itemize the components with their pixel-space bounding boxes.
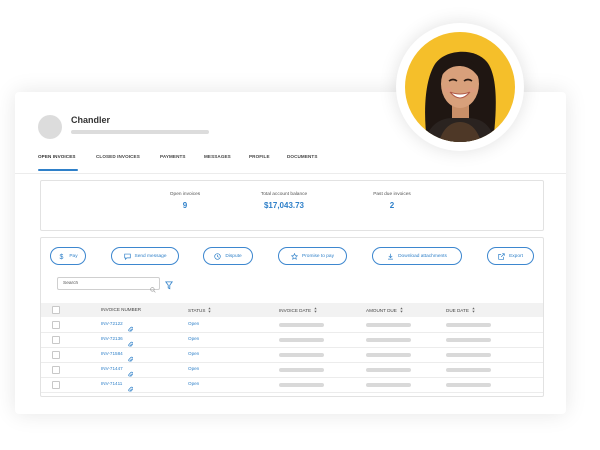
export-icon xyxy=(498,252,505,260)
invoice-status: Open xyxy=(188,366,200,371)
invoice-status: Open xyxy=(188,321,200,326)
stat-total-balance: Total account balance $17,043.73 xyxy=(251,192,317,210)
message-icon xyxy=(123,253,131,260)
amount-due-placeholder xyxy=(366,383,411,387)
total-balance-value: $17,043.73 xyxy=(263,201,305,210)
search-icon xyxy=(150,280,156,293)
paperclip-icon[interactable] xyxy=(128,350,134,362)
header-status[interactable]: STATUS xyxy=(188,307,212,313)
profile-subtitle-placeholder xyxy=(71,130,209,134)
due-date-placeholder xyxy=(446,323,491,327)
header-invoice-date[interactable]: INVOICE DATE xyxy=(279,307,317,313)
amount-due-placeholder xyxy=(366,338,411,342)
tab-profile[interactable]: PROFILE xyxy=(249,153,270,173)
tab-documents[interactable]: DOCUMENTS xyxy=(287,153,318,173)
table-header: INVOICE NUMBER STATUS INVOICE DATE AMOUN… xyxy=(41,303,543,317)
download-icon xyxy=(387,253,394,260)
sort-icon xyxy=(472,307,475,313)
clock-icon xyxy=(214,252,222,260)
amount-due-placeholder xyxy=(366,368,411,372)
invoice-date-placeholder xyxy=(279,353,324,357)
invoice-number[interactable]: INV-72136 xyxy=(101,336,123,341)
invoice-status: Open xyxy=(188,336,200,341)
tab-closed-invoices[interactable]: CLOSED INVOICES xyxy=(96,153,140,173)
amount-due-placeholder xyxy=(366,353,411,357)
tab-payments[interactable]: PAYMENTS xyxy=(160,153,186,173)
promise-to-pay-button[interactable]: Promise to pay xyxy=(278,247,347,265)
row-checkbox[interactable] xyxy=(52,381,60,389)
svg-text:$: $ xyxy=(60,253,64,259)
dollar-icon: $ xyxy=(58,253,65,259)
table-row[interactable]: INV-71411 Open xyxy=(41,377,543,393)
download-attachments-button[interactable]: Download attachments xyxy=(372,247,462,265)
invoice-date-placeholder xyxy=(279,323,324,327)
tab-open-invoices[interactable]: OPEN INVOICES xyxy=(38,153,78,173)
row-checkbox[interactable] xyxy=(52,351,60,359)
invoice-number[interactable]: INV-71411 xyxy=(101,381,122,386)
invoice-status: Open xyxy=(188,351,200,356)
paperclip-icon[interactable] xyxy=(128,335,134,347)
table-row[interactable]: INV-71584 Open xyxy=(41,347,543,363)
open-invoices-label: Open invoices xyxy=(169,192,201,197)
invoice-date-placeholder xyxy=(279,338,324,342)
search-input[interactable] xyxy=(58,278,149,289)
paperclip-icon[interactable] xyxy=(128,380,134,392)
amount-due-placeholder xyxy=(366,323,411,327)
table-row[interactable]: INV-72122 Open xyxy=(41,317,543,333)
filter-icon[interactable] xyxy=(165,277,173,290)
paperclip-icon[interactable] xyxy=(128,365,134,377)
due-date-placeholder xyxy=(446,368,491,372)
due-date-placeholder xyxy=(446,338,491,342)
sort-icon xyxy=(314,307,317,313)
stat-past-due: Past due invoices 2 xyxy=(367,192,417,210)
invoice-date-placeholder xyxy=(279,368,324,372)
sort-icon xyxy=(208,307,212,313)
avatar xyxy=(38,115,62,139)
invoice-status: Open xyxy=(188,381,200,386)
search-box xyxy=(57,277,160,293)
table-row[interactable]: INV-71447 Open xyxy=(41,362,543,378)
due-date-placeholder xyxy=(446,383,491,387)
select-all-checkbox[interactable] xyxy=(52,306,60,314)
export-button[interactable]: Export xyxy=(487,247,534,265)
open-invoices-value: 9 xyxy=(182,201,188,210)
paperclip-icon[interactable] xyxy=(128,320,134,332)
header-amount-due[interactable]: AMOUNT DUE xyxy=(366,307,403,313)
row-checkbox[interactable] xyxy=(52,336,60,344)
invoice-date-placeholder xyxy=(279,383,324,387)
profile-photo xyxy=(405,32,515,142)
row-checkbox[interactable] xyxy=(52,321,60,329)
header-invoice-number[interactable]: INVOICE NUMBER xyxy=(101,307,141,312)
table-row[interactable]: INV-72136 Open xyxy=(41,332,543,348)
tab-messages[interactable]: MESSAGES xyxy=(204,153,231,173)
invoices-panel: $ Pay Send message Dispute Promise to pa… xyxy=(40,237,544,397)
past-due-value: 2 xyxy=(389,201,395,210)
dispute-button[interactable]: Dispute xyxy=(203,247,253,265)
sort-icon xyxy=(400,307,403,313)
invoice-number[interactable]: INV-72122 xyxy=(101,321,123,326)
send-message-button[interactable]: Send message xyxy=(111,247,179,265)
invoice-number[interactable]: INV-71584 xyxy=(101,351,123,356)
star-icon xyxy=(291,252,298,260)
pay-button[interactable]: $ Pay xyxy=(50,247,86,265)
past-due-label: Past due invoices xyxy=(373,192,411,197)
row-checkbox[interactable] xyxy=(52,366,60,374)
total-balance-label: Total account balance xyxy=(260,192,308,197)
account-summary: Open invoices 9 Total account balance $1… xyxy=(40,180,544,231)
customer-name: Chandler xyxy=(71,115,111,125)
tab-bar: OPEN INVOICES CLOSED INVOICES PAYMENTS M… xyxy=(15,153,566,174)
invoice-number[interactable]: INV-71447 xyxy=(101,366,123,371)
stat-open-invoices: Open invoices 9 xyxy=(165,192,205,210)
due-date-placeholder xyxy=(446,353,491,357)
header-due-date[interactable]: DUE DATE xyxy=(446,307,475,313)
